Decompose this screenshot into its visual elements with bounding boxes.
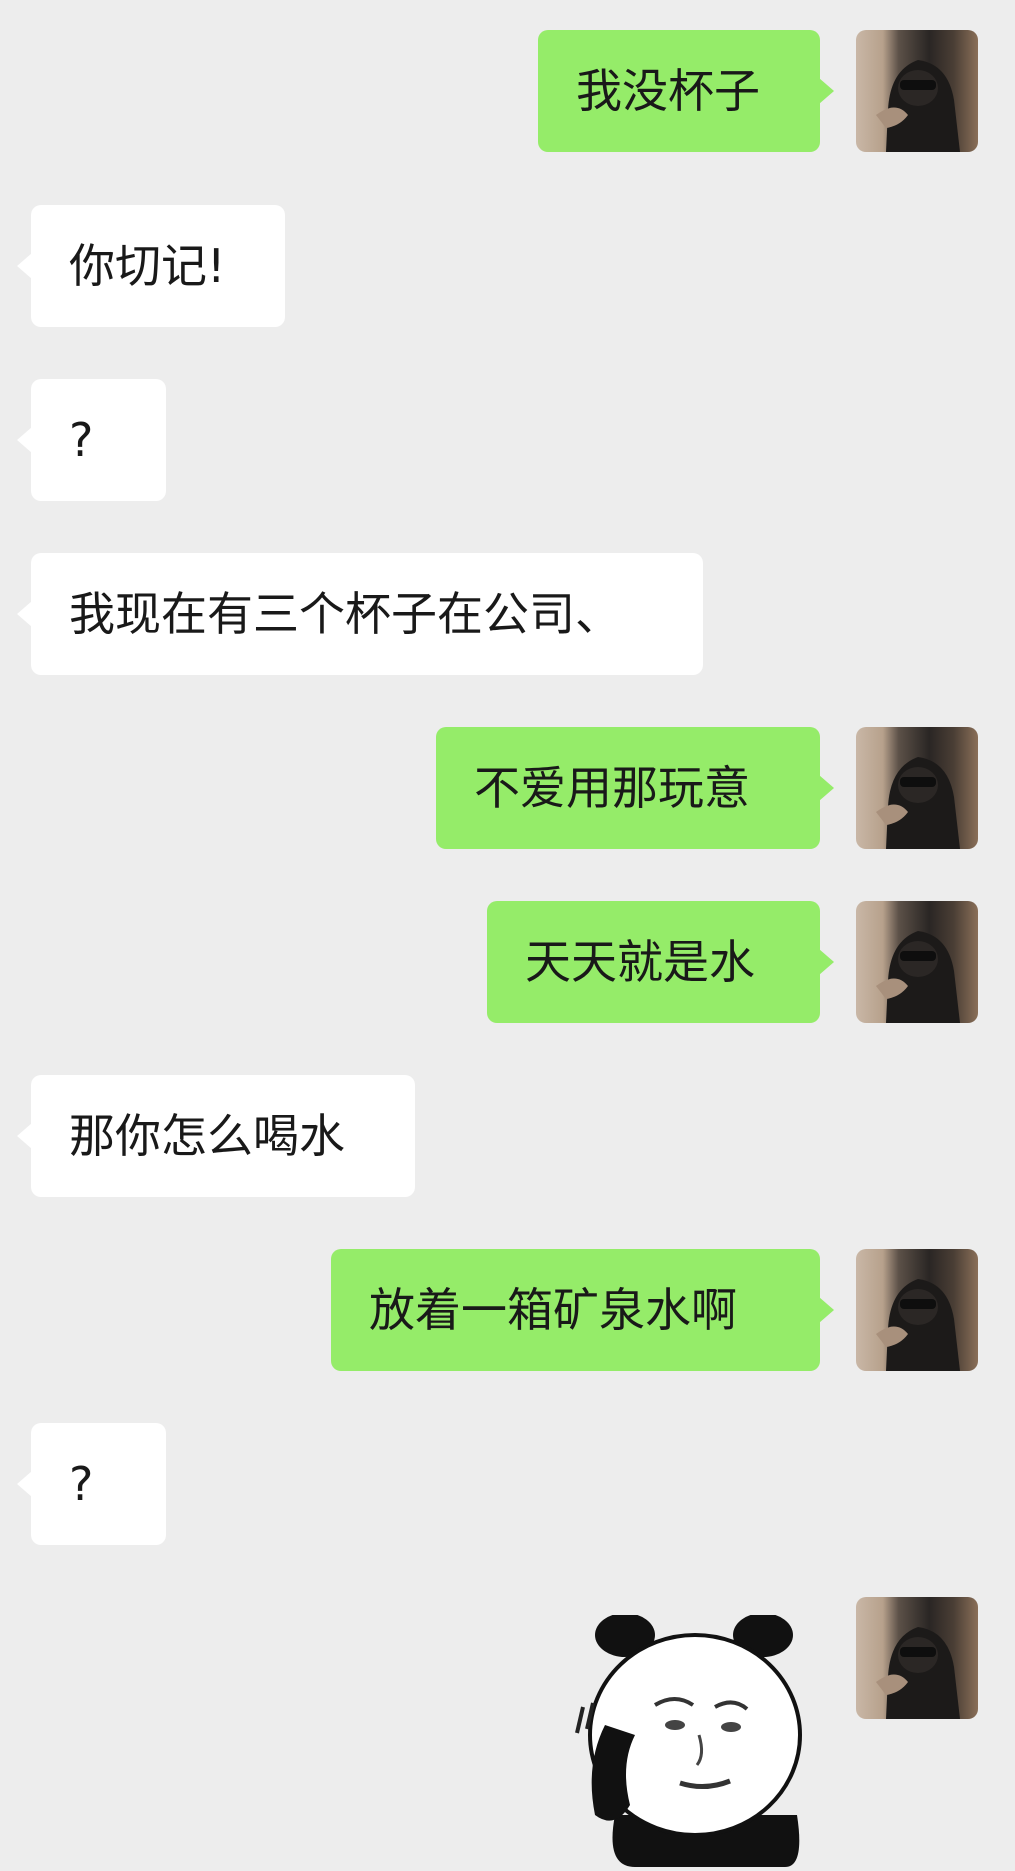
message-bubble-self[interactable]: 我没杯子	[538, 30, 834, 152]
avatar[interactable]	[856, 727, 978, 849]
avatar[interactable]	[856, 901, 978, 1023]
message-bubble-other[interactable]: 你切记!	[17, 205, 285, 327]
hooded-person-icon	[876, 931, 960, 1023]
panda-meme-icon	[575, 1613, 802, 1867]
avatar[interactable]	[856, 1249, 978, 1371]
message-bubble-other[interactable]: 我现在有三个杯子在公司、	[17, 553, 703, 675]
message-bubble-self[interactable]: 天天就是水	[487, 901, 834, 1023]
message-bubble-other[interactable]: ?	[17, 379, 166, 501]
panda-meme-sticker[interactable]	[575, 1613, 825, 1867]
message-bubble-self[interactable]: 放着一箱矿泉水啊	[331, 1249, 834, 1371]
hooded-person-icon	[876, 1627, 960, 1719]
message-bubble-other[interactable]: 那你怎么喝水	[17, 1075, 415, 1197]
avatar[interactable]	[856, 1597, 978, 1719]
message-bubble-other[interactable]: ?	[17, 1423, 166, 1545]
hooded-person-icon	[876, 60, 960, 152]
message-bubble-self[interactable]: 不爱用那玩意	[436, 727, 834, 849]
avatar[interactable]	[856, 30, 978, 152]
hooded-person-icon	[876, 757, 960, 849]
hooded-person-icon	[876, 1279, 960, 1371]
